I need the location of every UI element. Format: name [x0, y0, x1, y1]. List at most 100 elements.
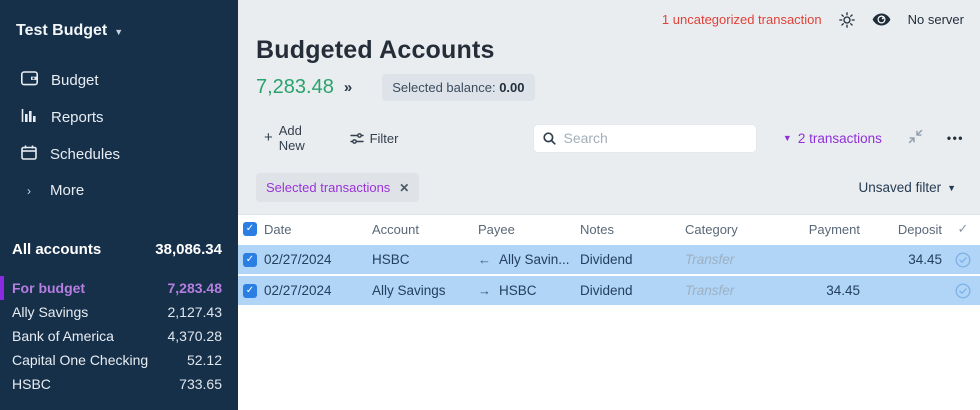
theme-sun-icon[interactable]: [839, 12, 855, 28]
cell-category[interactable]: Transfer: [683, 252, 798, 267]
selected-balance-label: Selected balance:: [392, 80, 495, 95]
transactions-table: ✓ Date Account Payee Notes Category Paym…: [238, 214, 980, 410]
accounts-list: All accounts 38,086.34 For budget 7,283.…: [0, 238, 238, 396]
row-checkbox[interactable]: ✓: [243, 253, 257, 267]
wallet-icon: [21, 71, 38, 90]
search-icon: [543, 132, 556, 145]
account-label: For budget: [12, 280, 85, 296]
account-label: All accounts: [12, 242, 101, 258]
filter-chip-row: Selected transactions ✕ Unsaved filter ▼: [238, 159, 980, 202]
cleared-status-icon[interactable]: [946, 283, 980, 299]
cell-account[interactable]: Ally Savings: [370, 283, 476, 298]
filter-sliders-icon: [350, 132, 364, 145]
transfer-arrow-icon: ←: [478, 252, 491, 267]
cell-date[interactable]: 02/27/2024: [262, 252, 370, 267]
column-header-payee[interactable]: Payee: [476, 222, 578, 237]
cell-payee[interactable]: → HSBC: [476, 283, 578, 298]
account-row-ally-savings[interactable]: Ally Savings 2,127.43: [0, 300, 238, 324]
account-label: Ally Savings: [12, 304, 88, 320]
sidebar-item-budget[interactable]: Budget: [0, 62, 238, 99]
cell-account[interactable]: HSBC: [370, 252, 476, 267]
transactions-count-label: 2 transactions: [798, 131, 882, 146]
cell-notes[interactable]: Dividend: [578, 283, 683, 298]
chevron-right-icon: ›: [21, 184, 37, 198]
column-header-notes[interactable]: Notes: [578, 222, 683, 237]
account-row-bank-of-america[interactable]: Bank of America 4,370.28: [0, 324, 238, 348]
account-balance: 38,086.34: [155, 242, 222, 258]
add-new-button[interactable]: + Add New: [256, 117, 334, 159]
column-header-deposit[interactable]: Deposit: [864, 222, 946, 237]
cleared-status-icon[interactable]: [946, 252, 980, 268]
topbar: 1 uncategorized transaction No server: [238, 0, 980, 30]
account-balance: 7,283.48: [168, 280, 223, 296]
cell-date[interactable]: 02/27/2024: [262, 283, 370, 298]
cell-category[interactable]: Transfer: [683, 283, 798, 298]
sidebar-item-reports[interactable]: Reports: [0, 99, 238, 136]
column-header-payment[interactable]: Payment: [798, 222, 864, 237]
selected-balance-value: 0.00: [499, 80, 524, 95]
sidebar-item-label: More: [50, 182, 84, 199]
caret-down-icon: ▼: [947, 183, 956, 193]
expand-balances-button[interactable]: »: [344, 79, 352, 96]
table-row[interactable]: ✓ 02/27/2024 HSBC ← Ally Savin... Divide…: [238, 245, 980, 274]
transfer-arrow-icon: →: [478, 283, 491, 298]
privacy-eye-icon[interactable]: [872, 13, 891, 26]
balance-row: 7,283.48 » Selected balance: 0.00: [256, 74, 962, 101]
bar-chart-icon: [21, 108, 38, 127]
account-balance-total[interactable]: 7,283.48: [256, 76, 334, 99]
account-balance: 733.65: [179, 376, 222, 392]
payee-name: Ally Savin...: [499, 252, 570, 267]
account-row-for-budget[interactable]: For budget 7,283.48: [0, 276, 238, 300]
column-header-category[interactable]: Category: [683, 222, 798, 237]
sidebar-item-label: Schedules: [50, 146, 120, 163]
caret-down-icon: ▼: [783, 133, 792, 143]
chevron-down-icon: ▼: [114, 27, 123, 37]
budget-name: Test Budget: [16, 22, 107, 40]
column-header-account[interactable]: Account: [370, 222, 476, 237]
sidebar-item-more[interactable]: › More: [0, 173, 238, 208]
collapse-splits-button[interactable]: [908, 129, 923, 147]
main-content: 1 uncategorized transaction No server Bu…: [238, 0, 980, 410]
budget-switcher[interactable]: Test Budget ▼: [0, 0, 238, 46]
filter-label: Filter: [370, 131, 399, 146]
account-label: Capital One Checking: [12, 352, 148, 368]
toolbar: + Add New Filter ▼ 2 transactions •••: [238, 101, 980, 159]
server-status[interactable]: No server: [908, 12, 964, 27]
selected-transactions-chip[interactable]: Selected transactions ✕: [256, 173, 419, 202]
account-balance: 2,127.43: [168, 304, 223, 320]
account-row-hsbc[interactable]: HSBC 733.65: [0, 372, 238, 396]
chip-label: Selected transactions: [266, 180, 390, 195]
cell-payee[interactable]: ← Ally Savin...: [476, 252, 578, 267]
search-box[interactable]: [533, 124, 756, 153]
sidebar-nav: Budget Reports Schedules › More: [0, 62, 238, 208]
select-all-checkbox[interactable]: ✓: [243, 222, 257, 236]
table-row[interactable]: ✓ 02/27/2024 Ally Savings → HSBC Dividen…: [238, 276, 980, 305]
search-input[interactable]: [563, 130, 746, 146]
all-accounts-row[interactable]: All accounts 38,086.34: [0, 238, 238, 262]
cell-notes[interactable]: Dividend: [578, 252, 683, 267]
account-label: HSBC: [12, 376, 51, 392]
transactions-count-button[interactable]: ▼ 2 transactions: [783, 131, 882, 146]
table-header-row: ✓ Date Account Payee Notes Category Paym…: [238, 215, 980, 243]
account-row-capital-one[interactable]: Capital One Checking 52.12: [0, 348, 238, 372]
page-title: Budgeted Accounts: [256, 36, 962, 65]
sidebar-item-schedules[interactable]: Schedules: [0, 136, 238, 173]
unsaved-filter-button[interactable]: Unsaved filter ▼: [859, 180, 956, 195]
sidebar-item-label: Reports: [51, 109, 104, 126]
account-balance: 4,370.28: [168, 328, 223, 344]
uncategorized-warning[interactable]: 1 uncategorized transaction: [662, 12, 822, 27]
filter-button[interactable]: Filter: [342, 125, 407, 152]
more-options-button[interactable]: •••: [947, 131, 964, 145]
column-header-cleared-icon[interactable]: ✓: [946, 221, 980, 237]
account-balance: 52.12: [187, 352, 222, 368]
cell-payment[interactable]: 34.45: [798, 283, 864, 298]
payee-name: HSBC: [499, 283, 537, 298]
row-checkbox[interactable]: ✓: [243, 284, 257, 298]
calendar-icon: [21, 145, 37, 164]
add-new-label: Add New: [279, 123, 326, 153]
unsaved-filter-label: Unsaved filter: [859, 180, 942, 195]
column-header-date[interactable]: Date: [262, 222, 370, 237]
cell-deposit[interactable]: 34.45: [864, 252, 946, 267]
close-icon[interactable]: ✕: [399, 181, 409, 195]
sidebar: Test Budget ▼ Budget Reports Schedules ›…: [0, 0, 238, 410]
